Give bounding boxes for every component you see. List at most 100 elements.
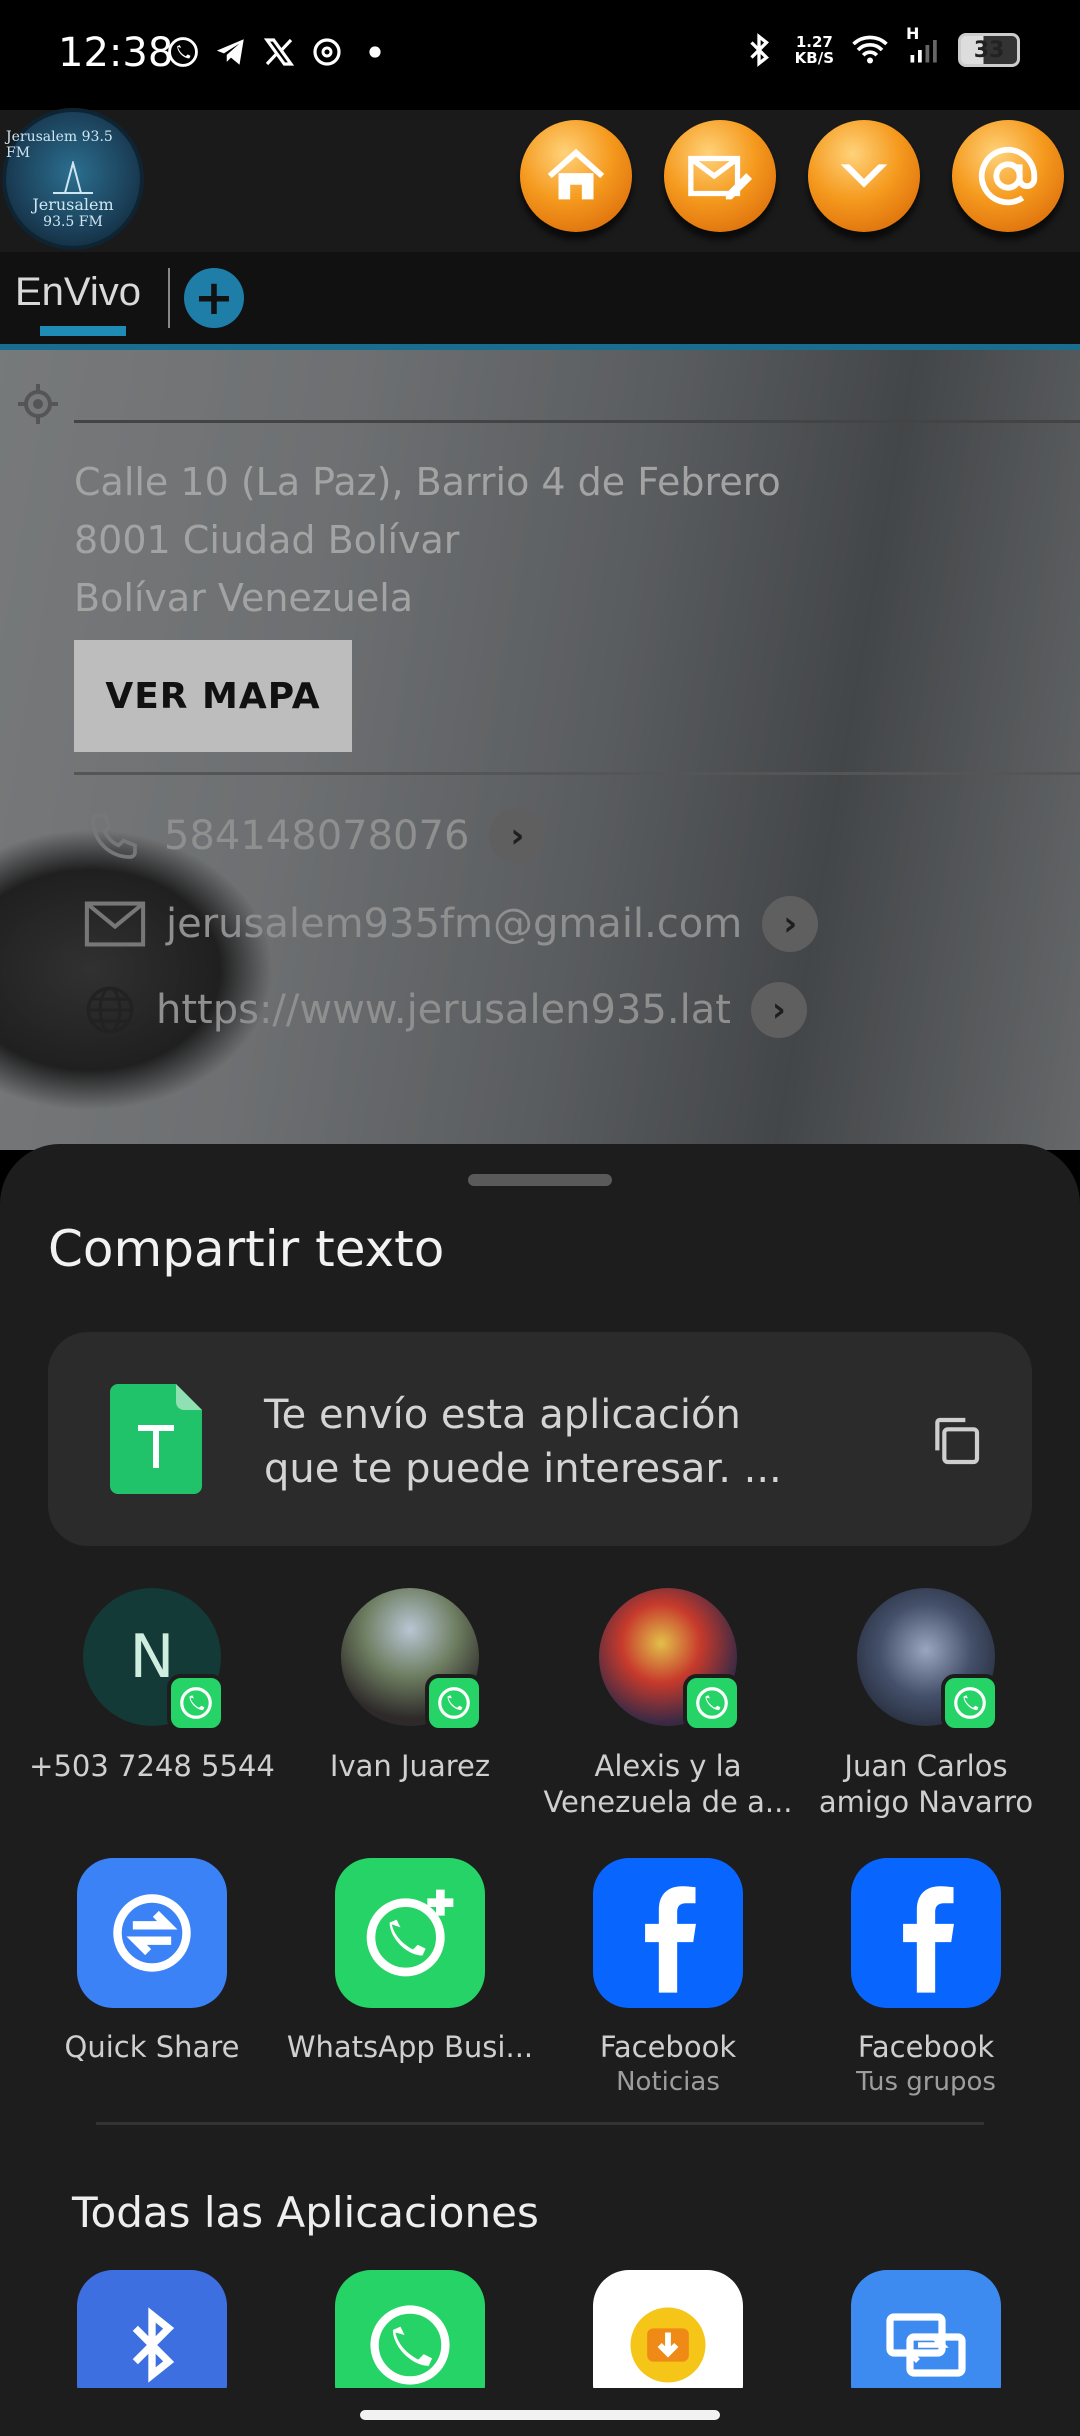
all-apps-title: Todas las Aplicaciones xyxy=(72,2188,539,2237)
address-line-3: Bolívar Venezuela xyxy=(74,576,414,620)
share-preview-text: Te envío esta aplicación que te puede in… xyxy=(264,1388,782,1496)
tab-separator xyxy=(168,268,170,328)
contact-name: Juan Carlos amigo Navarro xyxy=(801,1748,1051,1820)
battery-level: 33 xyxy=(973,37,1005,63)
home-indicator[interactable] xyxy=(360,2410,720,2420)
app-facebook-news[interactable]: Facebook Noticias xyxy=(533,1858,803,2100)
phone-number: 584148078076 xyxy=(164,813,470,859)
share-contact[interactable]: N +503 7248 5544 xyxy=(27,1588,277,1784)
chevron-down-icon xyxy=(840,164,888,188)
app-whatsapp-business[interactable]: WhatsApp Busi... xyxy=(275,1858,545,2064)
dropdown-button[interactable] xyxy=(808,120,920,232)
app-name: WhatsApp Busi... xyxy=(286,2030,534,2064)
envelope-icon xyxy=(84,901,146,947)
app-facebook-groups[interactable]: Facebook Tus grupos xyxy=(791,1858,1061,2100)
avatar xyxy=(599,1588,741,1732)
screen-share-app-icon[interactable] xyxy=(851,2270,1001,2388)
view-map-button[interactable]: VER MAPA xyxy=(74,640,352,752)
chevron-right-icon: › xyxy=(750,982,807,1038)
tab-envivo[interactable]: EnVivo xyxy=(15,270,141,315)
bluetooth-app-icon[interactable] xyxy=(77,2270,227,2388)
tab-bar xyxy=(0,252,1080,344)
contact-name: Ivan Juarez xyxy=(329,1749,491,1783)
bluetooth-icon xyxy=(741,32,777,68)
contact-form-button[interactable] xyxy=(664,120,776,232)
email-address: jerusalem935fm@gmail.com xyxy=(166,901,743,947)
preview-line-2: que te puede interesar. ... xyxy=(264,1446,782,1492)
app-name: Quick Share xyxy=(64,2030,240,2064)
chevron-right-icon: › xyxy=(489,808,546,864)
status-time: 12:38 xyxy=(58,30,174,76)
share-contact[interactable]: Juan Carlos amigo Navarro xyxy=(801,1588,1051,1820)
network-speed: 1.27 KB/S xyxy=(795,34,834,66)
email-button[interactable] xyxy=(952,120,1064,232)
email-row[interactable]: jerusalem935fm@gmail.com › xyxy=(84,896,819,952)
contact-name-line-2: Venezuela de a... xyxy=(543,1785,793,1819)
app-subtitle: Noticias xyxy=(616,2067,720,2097)
website-url: https://www.jerusalen935.lat xyxy=(156,987,731,1033)
avatar: N xyxy=(83,1588,225,1732)
app-name: Facebook xyxy=(857,2030,995,2064)
speed-value: 1.27 xyxy=(795,33,833,51)
copy-icon[interactable] xyxy=(928,1412,984,1470)
sheet-drag-handle[interactable] xyxy=(468,1174,612,1186)
address-line-2: 8001 Ciudad Bolívar xyxy=(74,518,460,562)
share-contact[interactable]: Alexis y la Venezuela de a... xyxy=(543,1588,793,1820)
mail-edit-icon xyxy=(688,155,753,200)
home-button[interactable] xyxy=(520,120,632,232)
preview-line-1: Te envío esta aplicación xyxy=(264,1392,741,1438)
whatsapp-badge-icon xyxy=(941,1674,999,1732)
x-icon xyxy=(261,34,297,70)
whatsapp-badge-icon xyxy=(425,1674,483,1732)
station-logo[interactable]: Jerusalem 93.5 FM Jerusalem 93.5 FM xyxy=(2,108,144,250)
app-subtitle: Tus grupos xyxy=(856,2067,996,2097)
dot-icon xyxy=(357,34,393,70)
speed-unit: KB/S xyxy=(794,49,834,67)
wifi-icon xyxy=(852,32,888,68)
phone-icon xyxy=(91,813,137,859)
add-tab-button[interactable]: + xyxy=(184,268,244,328)
sheet-divider xyxy=(96,2122,984,2125)
divider xyxy=(74,772,1080,775)
tab-active-indicator xyxy=(40,326,126,336)
whatsapp-icon xyxy=(165,34,201,70)
phone-row[interactable]: 584148078076 › xyxy=(84,808,546,864)
avatar xyxy=(341,1588,483,1732)
signal-icon: H xyxy=(906,24,940,68)
app-quick-share[interactable]: Quick Share xyxy=(17,1858,287,2064)
facebook-icon xyxy=(851,1858,1001,2008)
tower-icon xyxy=(53,160,93,194)
whatsapp-business-icon xyxy=(335,1858,485,2008)
notification-icons xyxy=(165,34,393,70)
home-icon xyxy=(547,148,605,200)
text-document-icon xyxy=(110,1384,202,1494)
logo-frequency: 93.5 FM xyxy=(43,213,103,230)
avatar xyxy=(857,1588,999,1732)
website-row[interactable]: https://www.jerusalen935.lat › xyxy=(84,982,807,1038)
battery-icon: 33 xyxy=(958,33,1020,67)
divider xyxy=(74,420,1080,423)
logo-top-text: Jerusalem 93.5 FM xyxy=(6,128,113,161)
telegram-icon xyxy=(213,34,249,70)
downloader-app-icon[interactable] xyxy=(593,2270,743,2388)
globe-icon xyxy=(86,986,134,1034)
at-icon xyxy=(978,146,1038,206)
sheet-title: Compartir texto xyxy=(48,1220,445,1278)
status-bar: 12:38 1.27 KB/S H 33 xyxy=(0,0,1080,110)
whatsapp-app-icon[interactable] xyxy=(335,2270,485,2388)
all-apps-row xyxy=(0,2270,1080,2388)
address-line-1: Calle 10 (La Paz), Barrio 4 de Febrero xyxy=(74,460,781,504)
chevron-right-icon: › xyxy=(762,896,819,952)
facebook-icon xyxy=(593,1858,743,2008)
contact-name-line-1: Juan Carlos xyxy=(844,1749,1008,1783)
whatsapp-badge-icon xyxy=(683,1674,741,1732)
system-icons: 1.27 KB/S H 33 xyxy=(741,24,1020,68)
share-contact[interactable]: Ivan Juarez xyxy=(285,1588,535,1784)
whatsapp-badge-icon xyxy=(167,1674,225,1732)
logo-name: Jerusalem xyxy=(32,194,114,214)
contact-name-line-1: Alexis y la xyxy=(594,1749,742,1783)
contact-name: +503 7248 5544 xyxy=(29,1749,275,1783)
quick-share-icon xyxy=(77,1858,227,2008)
network-type: H xyxy=(906,24,920,43)
app-name: Facebook xyxy=(599,2030,737,2064)
